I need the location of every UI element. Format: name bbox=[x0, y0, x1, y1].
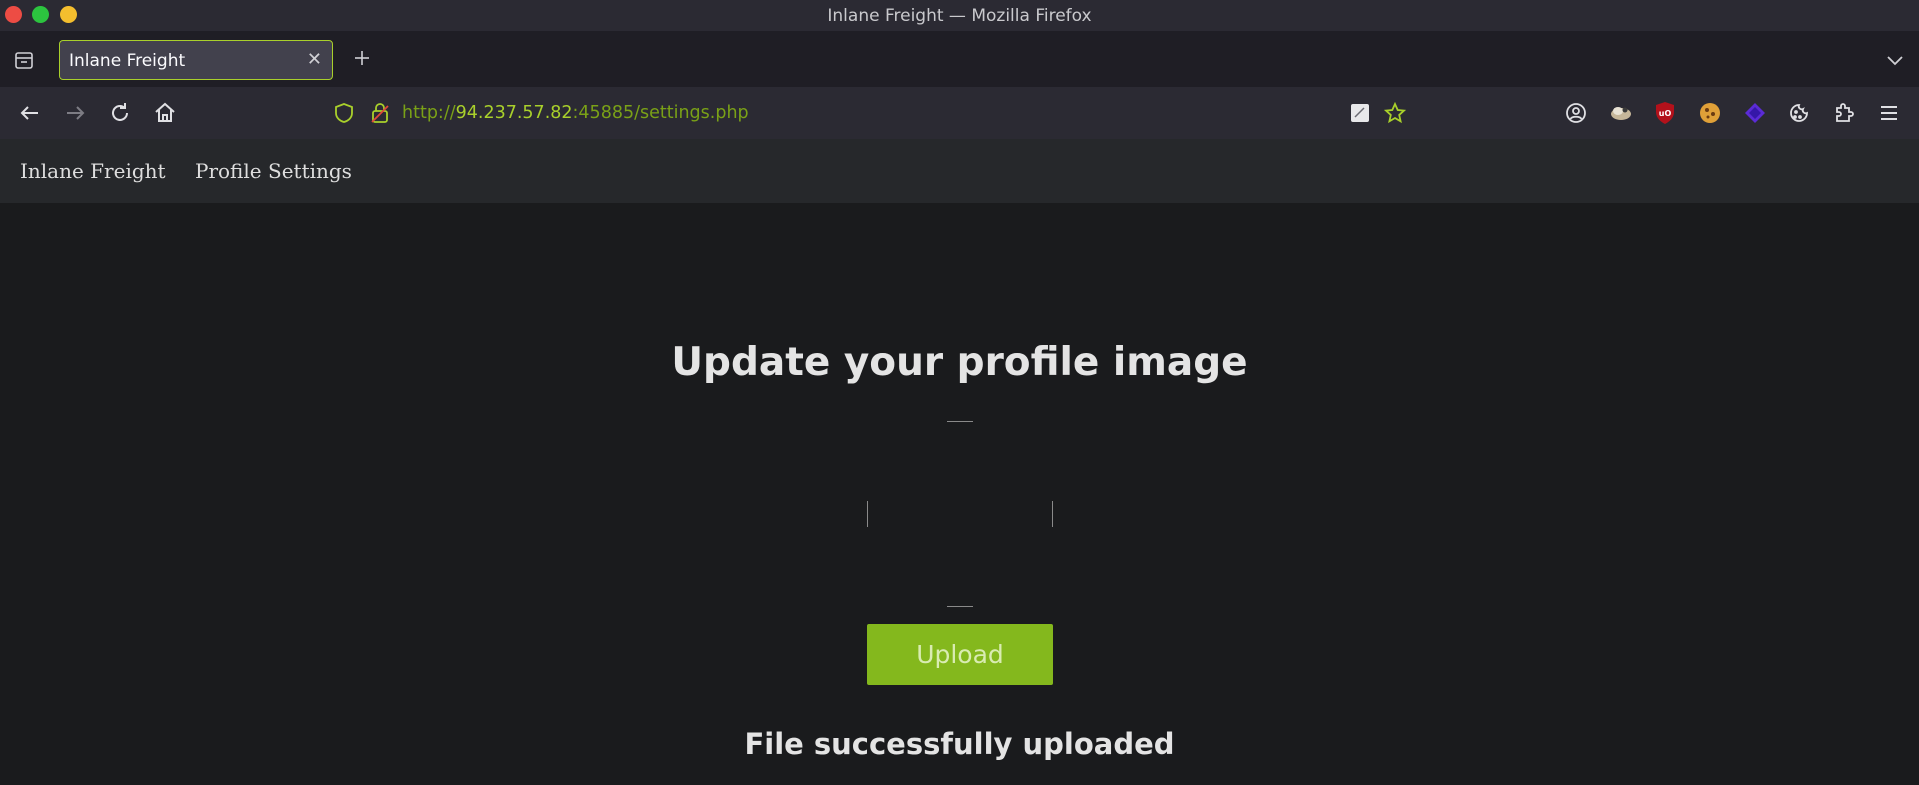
back-icon[interactable] bbox=[17, 100, 43, 126]
main-content: Update your profile image Upload File su… bbox=[0, 203, 1919, 785]
url-bar[interactable]: http://94.237.57.82:45885/settings.php bbox=[330, 95, 1410, 131]
upload-status-message: File successfully uploaded bbox=[744, 727, 1175, 761]
bookmark-star-icon[interactable] bbox=[1384, 102, 1406, 124]
window-title: Inlane Freight — Mozilla Firefox bbox=[827, 6, 1092, 26]
plus-icon[interactable] bbox=[350, 46, 374, 70]
reload-icon[interactable] bbox=[107, 100, 133, 126]
profile-settings-link[interactable]: Profile Settings bbox=[195, 159, 352, 183]
profile-image-edge bbox=[947, 606, 973, 607]
window-titlebar: Inlane Freight — Mozilla Firefox bbox=[0, 0, 1919, 31]
svg-text:uO: uO bbox=[1659, 109, 1672, 118]
shield-icon[interactable] bbox=[333, 102, 355, 124]
url-host: 94.237.57.82 bbox=[455, 103, 573, 123]
profile-image-edge bbox=[1052, 501, 1053, 527]
chevron-down-icon[interactable] bbox=[1883, 48, 1907, 72]
cookie-icon[interactable] bbox=[1786, 100, 1812, 126]
ublock-icon[interactable]: uO bbox=[1652, 100, 1678, 126]
extension-icon[interactable] bbox=[1608, 100, 1634, 126]
tab-label: Inlane Freight bbox=[69, 51, 186, 71]
tab-strip: Inlane Freight ✕ bbox=[0, 31, 1919, 87]
tab-list-icon[interactable] bbox=[12, 48, 36, 72]
profile-image-edge bbox=[947, 421, 973, 422]
diamond-icon[interactable] bbox=[1742, 100, 1768, 126]
cookie-icon[interactable] bbox=[1697, 100, 1723, 126]
forward-icon[interactable] bbox=[62, 100, 88, 126]
reader-view-icon[interactable] bbox=[1350, 103, 1370, 123]
insecure-lock-icon[interactable] bbox=[369, 102, 391, 124]
page-heading: Update your profile image bbox=[671, 340, 1248, 385]
account-icon[interactable] bbox=[1563, 100, 1589, 126]
url-text[interactable]: http://94.237.57.82:45885/settings.php bbox=[402, 103, 749, 123]
hamburger-menu-icon[interactable] bbox=[1876, 100, 1902, 126]
site-navbar: Inlane Freight Profile Settings bbox=[0, 139, 1919, 203]
brand-link[interactable]: Inlane Freight bbox=[20, 159, 166, 183]
puzzle-icon[interactable] bbox=[1831, 100, 1857, 126]
home-icon[interactable] bbox=[152, 100, 178, 126]
tab-inlane-freight[interactable]: Inlane Freight ✕ bbox=[59, 40, 333, 80]
close-icon[interactable]: ✕ bbox=[307, 49, 322, 71]
upload-button[interactable]: Upload bbox=[867, 624, 1053, 685]
profile-image-edge bbox=[867, 501, 868, 527]
url-scheme: http:// bbox=[402, 103, 456, 123]
navigation-toolbar: http://94.237.57.82:45885/settings.php u… bbox=[0, 87, 1919, 139]
url-path: :45885/settings.php bbox=[572, 103, 749, 123]
profile-image[interactable] bbox=[867, 421, 1053, 607]
